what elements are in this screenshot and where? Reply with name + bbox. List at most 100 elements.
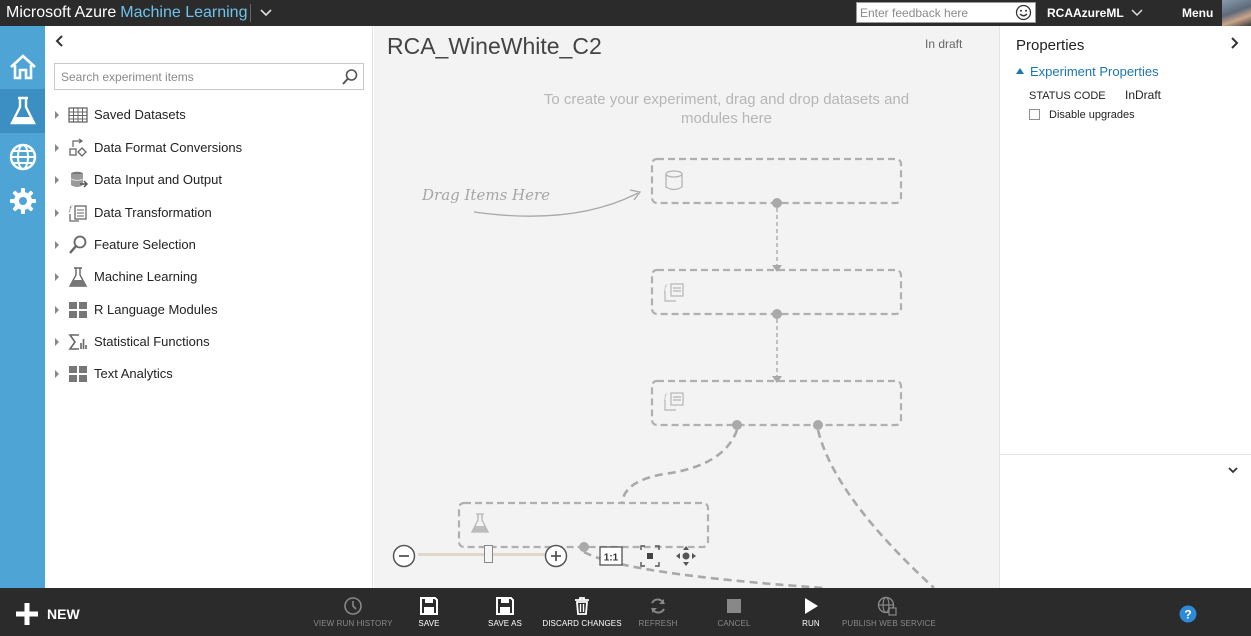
data-io-icon: [70, 171, 88, 188]
nav-home[interactable]: [0, 45, 45, 89]
placeholder-module-transform-1: [650, 268, 903, 316]
disable-upgrades-checkbox[interactable]: [1029, 109, 1040, 120]
category-statistical-functions[interactable]: Statistical Functions: [45, 330, 373, 354]
flask-icon: [68, 267, 88, 287]
plus-icon: [16, 603, 38, 625]
menu-button[interactable]: Menu: [1182, 6, 1213, 20]
gear-icon: [9, 188, 36, 214]
category-data-input-output[interactable]: Data Input and Output: [45, 168, 373, 192]
category-label: Feature Selection: [94, 237, 196, 252]
disable-upgrades-option[interactable]: Disable upgrades: [1029, 109, 1135, 121]
flask-icon: [470, 513, 490, 533]
expand-arrow-icon[interactable]: [55, 273, 59, 281]
category-label: Data Format Conversions: [94, 140, 243, 155]
expand-arrow-icon[interactable]: [55, 209, 59, 217]
chevron-right-icon[interactable]: [1229, 36, 1241, 50]
trash-icon: [575, 597, 589, 615]
category-data-transformation[interactable]: f Data Transformation: [45, 201, 373, 225]
feedback-input[interactable]: [857, 3, 1011, 22]
expand-arrow-icon[interactable]: [55, 338, 59, 346]
globe-icon: [9, 143, 36, 171]
zoom-out-icon[interactable]: [392, 544, 416, 568]
brand-company: Microsoft Azure: [6, 4, 117, 21]
brand-product: Machine Learning: [120, 4, 248, 21]
drag-arrow: [473, 192, 639, 217]
nav-settings[interactable]: [0, 179, 45, 223]
svg-text:f: f: [68, 205, 73, 213]
category-feature-selection[interactable]: Feature Selection: [45, 233, 373, 257]
dataset-icon: [68, 107, 88, 123]
experiment-properties-label: Experiment Properties: [1030, 64, 1159, 79]
magnifier-icon: [69, 235, 87, 254]
search-input[interactable]: [55, 64, 335, 89]
nav-web-services[interactable]: [0, 135, 45, 179]
module-grid-icon: [69, 366, 87, 382]
toolbar-label: PUBLISH WEB SERVICE: [842, 619, 936, 628]
expand-arrow-icon[interactable]: [55, 370, 59, 378]
home-icon: [9, 54, 36, 80]
collapse-triangle-icon: [1016, 68, 1024, 74]
module-palette: Saved Datasets Data Format Conversions D…: [45, 26, 373, 588]
expand-arrow-icon[interactable]: [55, 176, 59, 184]
canvas-illustration: f f: [457, 157, 935, 588]
fit-to-screen-icon[interactable]: [640, 545, 660, 567]
feedback-box: [856, 2, 1036, 23]
category-label: Statistical Functions: [94, 334, 210, 349]
category-machine-learning[interactable]: Machine Learning: [45, 265, 373, 289]
save-as-icon: [496, 597, 514, 615]
chevron-down-icon[interactable]: [1130, 6, 1144, 20]
status-code-value: InDraft: [1125, 88, 1162, 102]
placeholder-module-dataset: [650, 157, 903, 205]
experiment-properties-header[interactable]: Experiment Properties: [1016, 64, 1159, 79]
save-icon: [420, 597, 438, 615]
history-icon: [344, 597, 362, 615]
search-box: [54, 63, 364, 90]
properties-divider: [1000, 454, 1251, 455]
zoom-slider[interactable]: [418, 553, 546, 556]
database-icon: [665, 170, 683, 191]
help-icon[interactable]: ?: [1179, 605, 1197, 623]
user-name[interactable]: RCAAzureML: [1047, 6, 1124, 20]
category-r-language-modules[interactable]: R Language Modules: [45, 298, 373, 322]
category-data-format-conversions[interactable]: Data Format Conversions: [45, 136, 373, 160]
search-icon[interactable]: [341, 68, 359, 86]
category-text-analytics[interactable]: Text Analytics: [45, 362, 373, 386]
category-label: R Language Modules: [94, 302, 218, 317]
brand-logo[interactable]: Microsoft Azure Machine Learning: [6, 4, 247, 22]
smiley-icon[interactable]: [1015, 4, 1032, 21]
svg-text:f: f: [663, 284, 668, 292]
module-grid-icon: [69, 302, 87, 318]
globe-icon: [877, 596, 897, 616]
expand-arrow-icon[interactable]: [55, 111, 59, 119]
transformation-icon: f: [663, 392, 684, 411]
experiment-canvas[interactable]: RCA_WineWhite_C2 In draft To create your…: [374, 26, 999, 588]
expand-arrow-icon[interactable]: [55, 241, 59, 249]
publish-web-service-button[interactable]: PUBLISH WEB SERVICE: [842, 596, 936, 628]
svg-text:f: f: [663, 393, 668, 401]
stop-icon: [727, 599, 741, 613]
category-saved-datasets[interactable]: Saved Datasets: [45, 103, 373, 127]
category-label: Machine Learning: [94, 269, 198, 284]
pan-icon[interactable]: [675, 545, 697, 567]
avatar[interactable]: [1222, 0, 1251, 26]
chevron-down-icon[interactable]: [258, 5, 274, 21]
expand-arrow-icon[interactable]: [55, 306, 59, 314]
brand-divider: [250, 4, 251, 22]
new-label: NEW: [47, 606, 80, 622]
zoom-slider-handle[interactable]: [484, 545, 493, 563]
placeholder-module-transform-2: [650, 379, 903, 427]
nav-experiments[interactable]: [0, 89, 45, 133]
zoom-in-icon[interactable]: [544, 544, 568, 568]
category-label: Data Transformation: [94, 205, 212, 220]
play-icon: [805, 598, 818, 614]
actual-size-button[interactable]: 1:1: [599, 545, 623, 567]
actual-size-label: 1:1: [604, 553, 619, 564]
disable-upgrades-label: Disable upgrades: [1049, 109, 1135, 121]
expand-arrow-icon[interactable]: [55, 144, 59, 152]
category-label: Data Input and Output: [94, 172, 222, 187]
chevron-left-icon[interactable]: [53, 34, 65, 48]
properties-panel: Properties Experiment Properties STATUS …: [999, 26, 1251, 588]
new-button[interactable]: NEW: [15, 602, 80, 626]
transformation-icon: f: [663, 283, 684, 302]
chevron-down-icon[interactable]: [1227, 464, 1239, 476]
